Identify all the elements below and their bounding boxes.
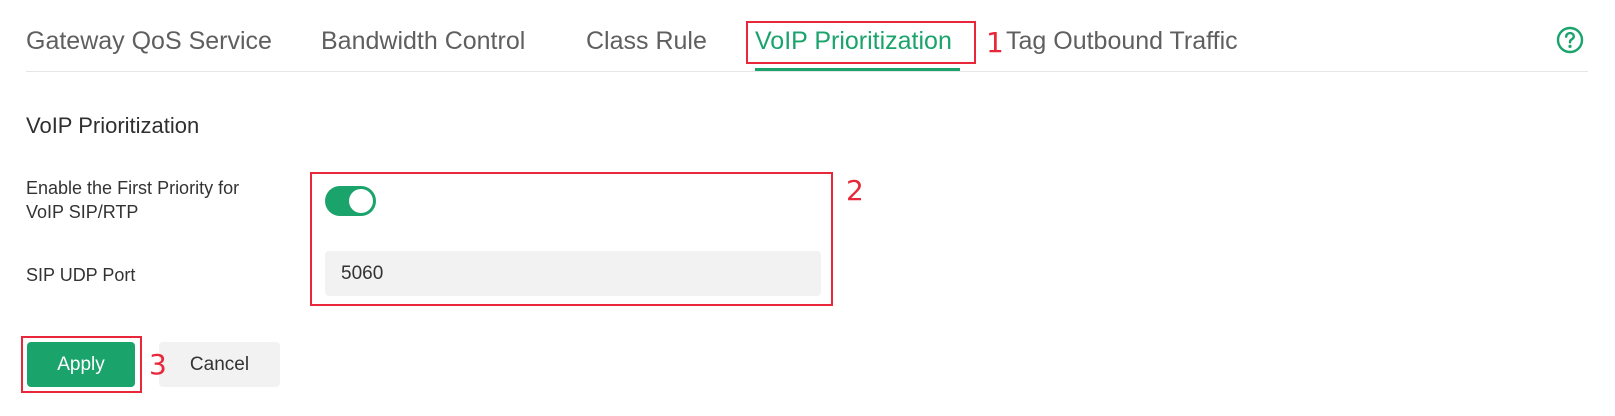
tab-voip-prioritization[interactable]: VoIP Prioritization [755,24,952,58]
voip-priority-label: Enable the First Priority for VoIP SIP/R… [26,176,286,224]
tab-class-rule[interactable]: Class Rule [586,24,707,58]
cancel-button[interactable]: Cancel [159,342,280,387]
tab-bar-divider [26,71,1588,72]
voip-priority-toggle[interactable] [325,186,376,216]
voip-priority-label-line1: Enable the First Priority for [26,178,240,198]
tab-gateway-qos-service[interactable]: Gateway QoS Service [26,24,272,58]
qos-tab-bar: Gateway QoS Service Bandwidth Control Cl… [0,0,1615,72]
annotation-number-2: 2 [846,174,864,207]
tab-bandwidth-control[interactable]: Bandwidth Control [321,24,525,58]
toggle-knob [349,189,373,213]
annotation-number-1: 1 [986,26,1004,59]
sip-udp-port-input[interactable] [325,251,821,296]
sip-udp-port-label: SIP UDP Port [26,265,136,285]
voip-priority-label-line2: VoIP SIP/RTP [26,202,139,222]
annotation-number-3: 3 [149,348,167,381]
tab-tag-outbound-traffic[interactable]: Tag Outbound Traffic [1006,24,1238,58]
apply-button[interactable]: Apply [27,342,135,387]
section-title: VoIP Prioritization [26,113,200,138]
help-circle-icon[interactable] [1556,26,1584,54]
